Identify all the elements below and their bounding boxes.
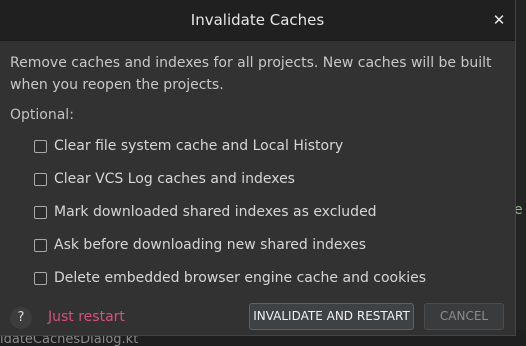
- option-clear-file-system-cache[interactable]: Clear file system cache and Local Histor…: [34, 136, 343, 156]
- dialog-description: Remove caches and indexes for all projec…: [10, 55, 492, 93]
- option-mark-shared-indexes-excluded[interactable]: Mark downloaded shared indexes as exclud…: [34, 202, 377, 222]
- option-label: Delete embedded browser engine cache and…: [54, 270, 427, 286]
- help-icon[interactable]: ?: [10, 307, 32, 329]
- background-editor-edge: [516, 0, 526, 346]
- option-delete-browser-cache[interactable]: Delete embedded browser engine cache and…: [34, 268, 426, 288]
- cancel-button[interactable]: CANCEL: [424, 303, 504, 330]
- checkbox[interactable]: [34, 205, 47, 219]
- option-label: Mark downloaded shared indexes as exclud…: [54, 204, 377, 220]
- option-label: Clear VCS Log caches and indexes: [54, 171, 295, 187]
- dialog-title: Invalidate Caches: [190, 11, 325, 29]
- dialog-titlebar[interactable]: Invalidate Caches ✕: [0, 0, 515, 41]
- checkbox[interactable]: [34, 172, 47, 186]
- option-label: Clear file system cache and Local Histor…: [54, 138, 344, 154]
- option-label: Ask before downloading new shared indexe…: [54, 237, 367, 253]
- checkbox[interactable]: [34, 238, 47, 252]
- checkbox[interactable]: [34, 271, 47, 285]
- invalidate-caches-dialog: Invalidate Caches ✕ Remove caches and in…: [0, 0, 516, 336]
- option-clear-vcs-log-caches[interactable]: Clear VCS Log caches and indexes: [34, 169, 295, 189]
- option-ask-before-downloading[interactable]: Ask before downloading new shared indexe…: [34, 235, 366, 255]
- just-restart-link[interactable]: Just restart: [48, 309, 125, 325]
- optional-label: Optional:: [10, 107, 74, 123]
- close-icon[interactable]: ✕: [489, 10, 509, 30]
- invalidate-and-restart-button[interactable]: INVALIDATE AND RESTART: [249, 303, 414, 330]
- checkbox[interactable]: [34, 139, 47, 153]
